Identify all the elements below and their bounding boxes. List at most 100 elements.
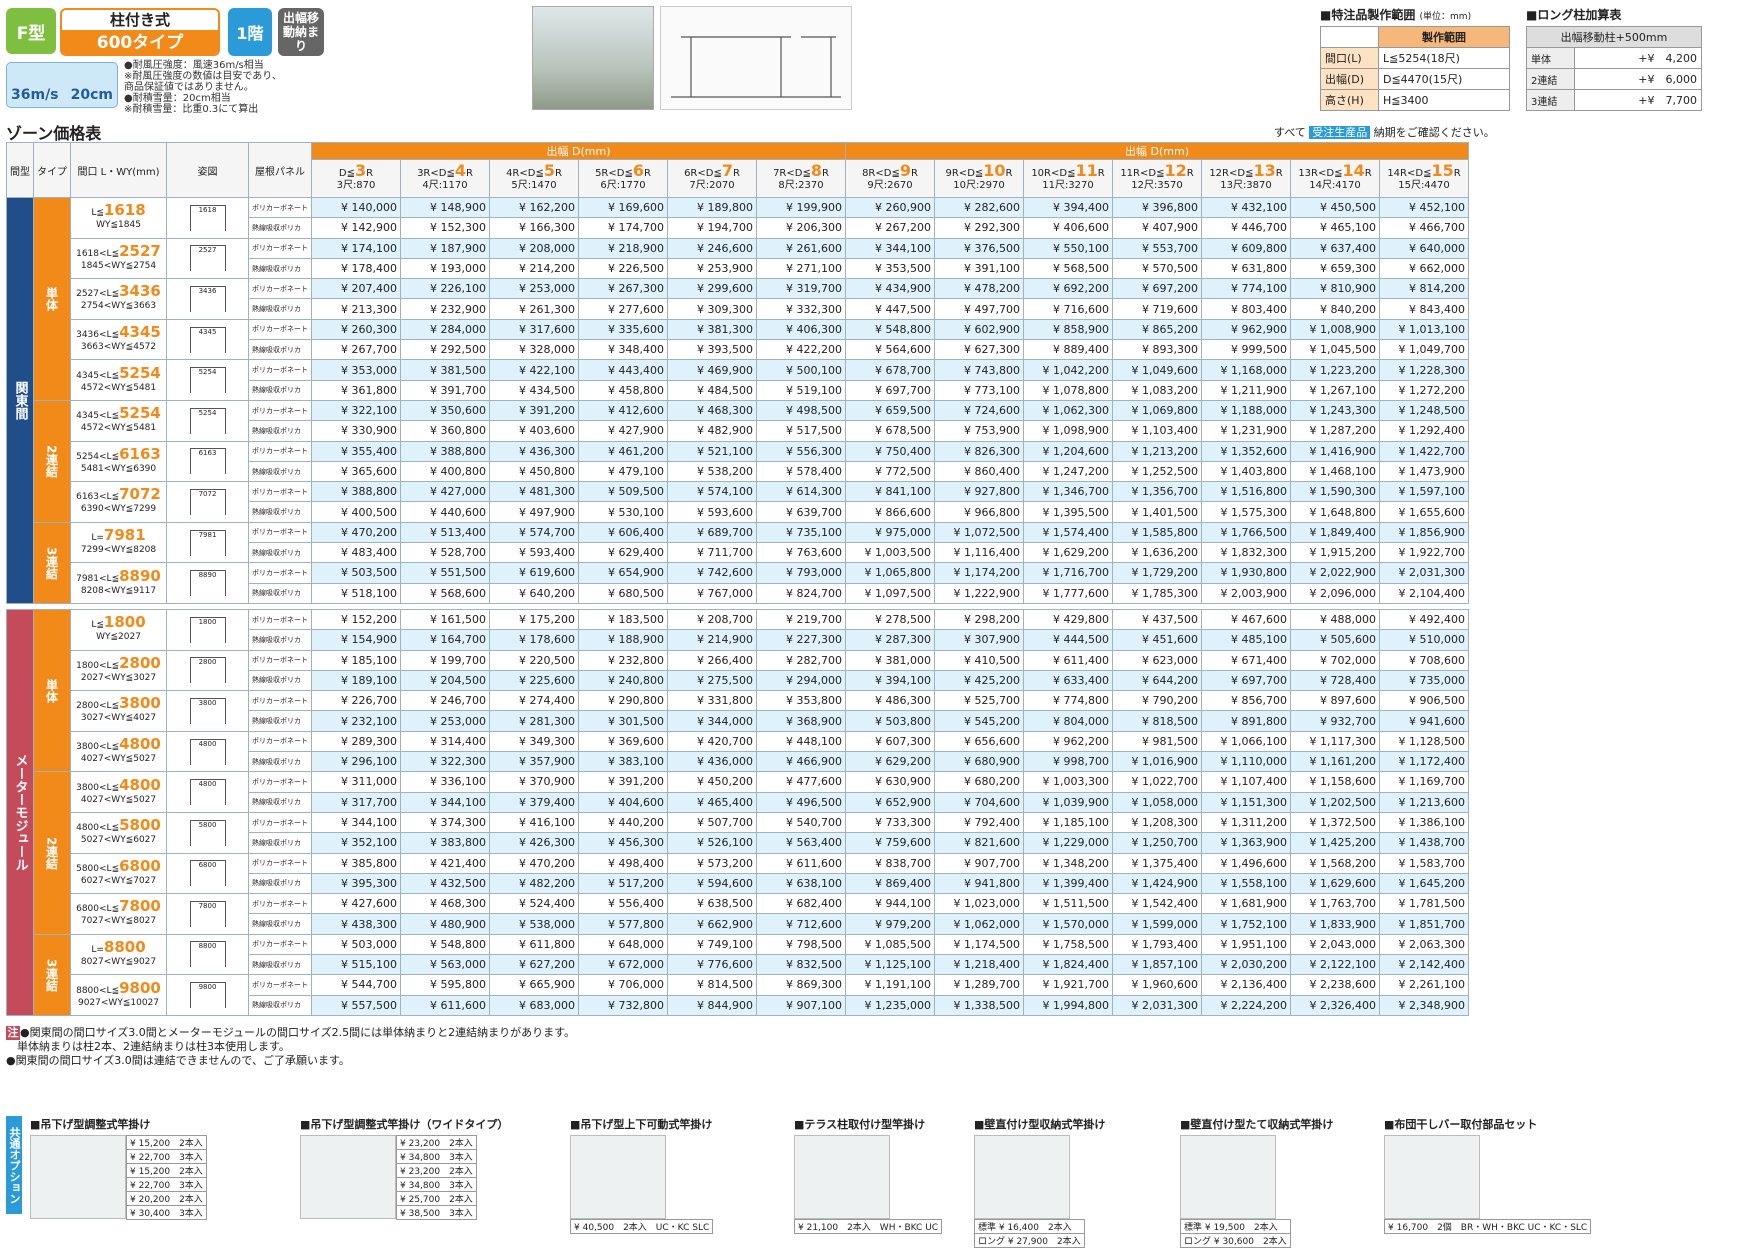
price-cell: ¥ 505,600	[1290, 629, 1380, 651]
price-cell: ¥ 1,049,600	[1112, 359, 1202, 381]
size-cell: 5254<L≦6163 5481<WY≦6390	[70, 440, 167, 483]
price-cell: ¥ 226,500	[578, 257, 668, 280]
price-cell: ¥ 619,600	[489, 562, 579, 584]
price-value: 391,100	[974, 262, 1021, 276]
price-cell: ¥ 563,000	[400, 953, 490, 976]
price-value: 394,100	[885, 673, 932, 687]
type-tag: F型	[6, 8, 56, 54]
price-cell: ¥ 448,100	[756, 730, 846, 753]
size-wy: 5481<WY≦6390	[80, 463, 157, 474]
price-value: 410,500	[974, 653, 1021, 667]
price-value: 962,900	[1241, 322, 1288, 336]
price-cell: ¥ 1,824,400	[1023, 953, 1113, 976]
price-cell: ¥ 309,300	[667, 298, 757, 320]
price-value: 1,403,800	[1231, 465, 1287, 478]
size-prefix: 3800<L≦	[76, 782, 120, 793]
price-cell: ¥ 400,800	[400, 460, 490, 483]
price-cell: ¥ 353,800	[756, 690, 846, 712]
price-cell: ¥ 568,600	[400, 582, 490, 604]
price-cell: ¥ 1,202,500	[1290, 791, 1380, 813]
price-value: 357,900	[529, 755, 576, 769]
price-value: 294,000	[796, 673, 843, 687]
price-value: 353,000	[351, 363, 398, 377]
style-bottom: 600タイプ	[62, 30, 218, 54]
price-value: 574,100	[707, 485, 754, 499]
price-value: 1,558,100	[1231, 876, 1287, 890]
price-cell: ¥ 1,058,000	[1112, 791, 1202, 813]
option-row: ¥ 34,800 3本入	[396, 1177, 477, 1192]
price-cell: ¥ 348,400	[578, 339, 668, 361]
depth-col-b: 12尺:3570	[1131, 180, 1183, 191]
price-cell: ¥ 369,600	[578, 730, 668, 753]
price-value: 662,900	[707, 917, 754, 931]
price-cell: ¥ 391,200	[489, 399, 579, 422]
roof-panel: 熱線吸収ポリカ	[248, 710, 312, 732]
price-cell: ¥ 1,422,700	[1379, 440, 1469, 462]
price-value: 1,590,300	[1320, 485, 1376, 499]
depth-col-b: 9尺:2670	[867, 180, 913, 191]
size-value: 1618	[103, 201, 146, 220]
price-value: 477,600	[796, 775, 843, 789]
price-row: 1800<L≦2800 2027<WY≦3027 2800 ポリカーボネート ¥ 185…	[7, 649, 1469, 692]
option-image	[974, 1135, 1070, 1219]
price-value: 287,300	[885, 633, 932, 647]
price-cell: ¥ 420,700	[667, 730, 757, 753]
price-value: 394,400	[1063, 201, 1110, 215]
price-cell: ¥ 749,100	[667, 933, 757, 955]
size-prefix: 4345<L≦	[76, 411, 120, 422]
price-value: 374,300	[440, 816, 487, 830]
size-prefix: 3436<L≦	[76, 330, 120, 341]
price-value: 301,500	[618, 714, 665, 728]
price-cell: ¥ 648,000	[578, 933, 668, 955]
price-cell: ¥ 611,800	[489, 933, 579, 955]
spec-key: 出幅(D)	[1320, 68, 1379, 90]
price-value: 841,100	[885, 485, 932, 499]
col-head-roof: 屋根パネル	[248, 142, 312, 198]
price-value: 927,800	[974, 485, 1021, 499]
price-cell: ¥ 893,300	[1112, 339, 1202, 361]
price-cell: ¥ 979,200	[845, 913, 935, 935]
price-value: 2,261,100	[1409, 978, 1465, 992]
price-value: 355,400	[351, 444, 398, 458]
price-value: 469,900	[707, 363, 754, 377]
shape-cell: 3436	[166, 278, 249, 320]
price-value: 1,681,900	[1231, 897, 1287, 911]
depth-col: 12R<D≦13R 13尺:3870	[1201, 159, 1291, 198]
price-cell: ¥ 391,200	[578, 771, 668, 793]
price-value: 1,311,200	[1231, 816, 1287, 830]
size-prefix: 2800<L≦	[76, 701, 120, 712]
price-value: 1,049,600	[1142, 363, 1198, 377]
price-value: 966,800	[974, 505, 1021, 519]
price-value: 267,700	[351, 343, 398, 357]
size-prefix: L≦	[91, 208, 104, 219]
price-cell: ¥ 1,223,200	[1290, 359, 1380, 381]
price-value: 573,200	[707, 856, 754, 870]
price-cell: ¥ 261,600	[756, 237, 846, 259]
strength-note-line: ※耐風圧強度の数値は目安であり、	[124, 71, 282, 82]
price-cell: ¥ 214,900	[667, 629, 757, 651]
price-value: 271,100	[796, 262, 843, 276]
price-value: 2,122,100	[1320, 958, 1376, 972]
price-cell: ¥ 773,100	[934, 379, 1024, 401]
footnote-text: ●関東間の間口サイズ3.0間とメーターモジュールの間口サイズ2.5間には単体納ま…	[20, 1026, 576, 1039]
price-value: 444,500	[1063, 633, 1110, 647]
price-value: 1,235,000	[875, 998, 931, 1012]
price-value: 2,022,900	[1320, 566, 1376, 580]
price-value: 652,900	[885, 795, 932, 809]
price-value: 1,356,700	[1142, 485, 1198, 499]
price-value: 434,900	[885, 282, 932, 296]
price-value: 148,900	[440, 201, 487, 215]
price-cell: ¥ 1,191,100	[845, 974, 935, 996]
price-value: 1,062,000	[964, 917, 1020, 931]
option-title: ■壁直付け型たて収納式竿掛け	[1180, 1118, 1334, 1131]
size-cell: 4800<L≦5800 5027<WY≦6027	[70, 811, 167, 854]
price-cell: ¥ 1,008,900	[1290, 318, 1380, 341]
shape-figure: 3436	[189, 285, 226, 312]
depth-col-b: 3尺:870	[336, 180, 376, 191]
price-cell: ¥ 1,496,600	[1201, 852, 1291, 874]
price-cell: ¥ 1,793,400	[1112, 933, 1202, 955]
price-row: 2連結 3800<L≦4800 4027<WY≦5027 4800 ポリカーボネート ¥ …	[7, 771, 1469, 935]
price-value: 907,100	[796, 998, 843, 1012]
price-value: 630,900	[885, 775, 932, 789]
shape-figure: 7072	[189, 488, 226, 515]
